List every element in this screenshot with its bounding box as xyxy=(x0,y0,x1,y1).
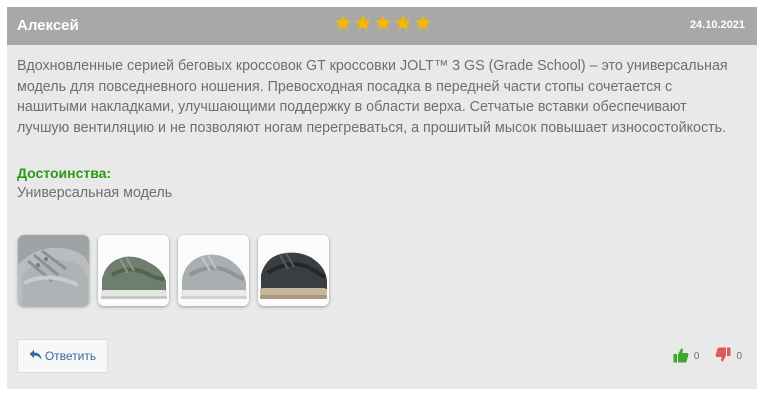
like-count: 0 xyxy=(693,351,700,362)
reply-arrow-icon xyxy=(29,349,42,364)
review-photo-3[interactable] xyxy=(178,235,249,306)
review-text: Вдохновленные серией беговых кроссовок G… xyxy=(17,58,728,136)
review-photo-2[interactable] xyxy=(98,235,169,306)
pros-text: Универсальная модель xyxy=(17,185,173,201)
reply-label: Ответить xyxy=(44,349,97,363)
dislike-button[interactable]: 0 xyxy=(715,347,742,366)
pros-label: Достоинства: xyxy=(17,165,112,181)
review-photos xyxy=(18,235,329,306)
review-photo-1[interactable] xyxy=(18,235,89,306)
review-photo-4[interactable] xyxy=(258,235,329,306)
dislike-count: 0 xyxy=(736,351,742,362)
rating-stars xyxy=(334,14,432,32)
star-icon xyxy=(394,14,412,32)
review-votes: 0 0 xyxy=(673,347,742,366)
star-icon xyxy=(334,14,352,32)
review-author: Алексей xyxy=(17,17,79,34)
star-icon xyxy=(354,14,372,32)
star-icon xyxy=(374,14,392,32)
star-icon xyxy=(414,14,432,32)
thumbs-down-icon xyxy=(715,347,731,366)
review-card: Алексей 24.10.2021 Вдохновленные серией … xyxy=(7,7,757,389)
reply-button[interactable]: Ответить xyxy=(17,339,108,373)
review-header: Алексей 24.10.2021 xyxy=(7,7,757,45)
like-button[interactable]: 0 xyxy=(673,347,700,366)
thumbs-up-icon xyxy=(673,347,689,366)
review-date: 24.10.2021 xyxy=(689,19,745,31)
